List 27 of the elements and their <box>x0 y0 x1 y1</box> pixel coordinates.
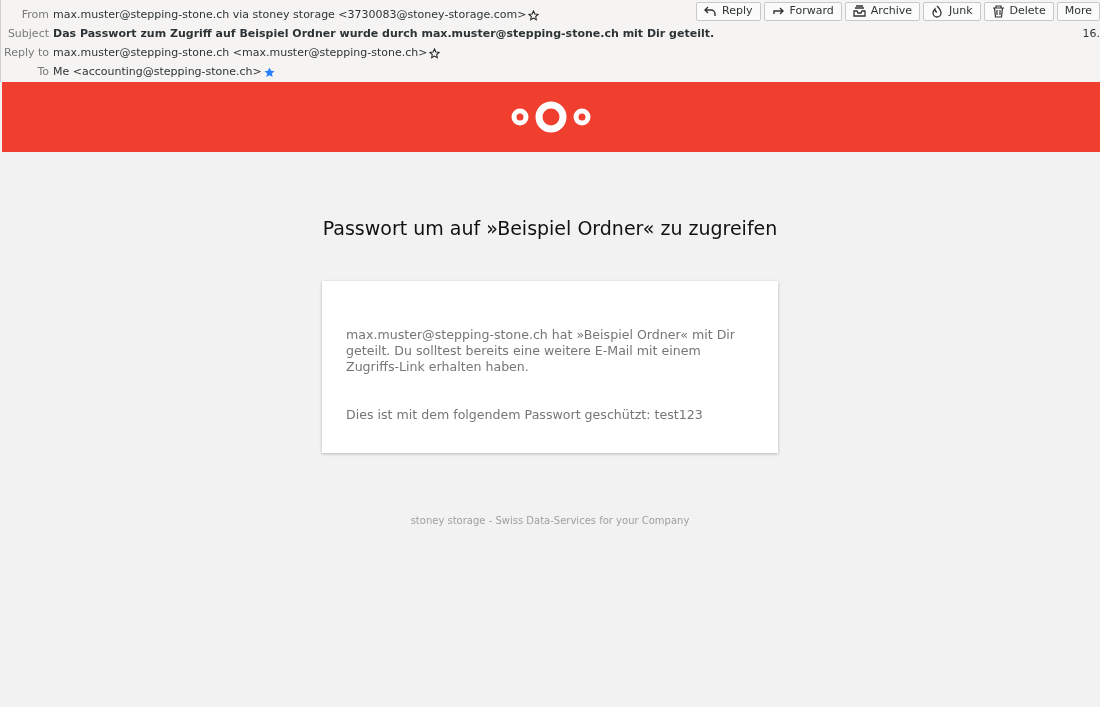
toolbar-button[interactable]: Delete <box>983 2 1054 21</box>
message-paragraph: Dies ist mit dem folgendem Passwort geschützt: test123 <box>346 406 704 423</box>
field-label: From <box>20 7 49 24</box>
star-icon[interactable] <box>429 48 441 59</box>
address-text: max.muster@stepping-stone.ch <max.muster@stepping-stone.ch> <box>53 45 428 62</box>
star-icon[interactable] <box>263 67 275 78</box>
logo-icon <box>509 99 593 135</box>
field-label: Subject <box>6 26 49 43</box>
toolbar-button[interactable]: Reply <box>696 2 761 21</box>
toolbar-button[interactable]: Archive <box>844 2 920 21</box>
trash-icon <box>991 5 1005 18</box>
field-label: Reply to <box>3 45 49 62</box>
star-icon[interactable] <box>528 10 540 21</box>
message-date: 16. <box>1082 26 1100 42</box>
archive-tray-icon <box>852 5 866 18</box>
address-text: max.muster@stepping-stone.ch via stoney storage <3730083@stoney-storage.com> <box>53 7 527 24</box>
field-label: To <box>36 64 49 81</box>
footer-text: stoney storage - Swiss Data-Services for your Company <box>410 513 690 528</box>
toolbar-button[interactable]: Junk <box>923 2 981 21</box>
subject-text: Das Passwort zum Zugriff auf Beispiel Ordner wurde durch max.muster@stepping-stone.ch mit Dir geteilt. <box>53 26 715 43</box>
reply-icon <box>704 5 718 18</box>
toolbar-button[interactable]: More <box>1056 2 1100 21</box>
message-paragraph: max.muster@stepping-stone.ch hat »Beispiel Ordner« mit Dir geteilt. Du solltest bereits eine weitere E-Mail mit einem Zugriffs-Link erhalten haben. <box>346 326 736 375</box>
flame-icon <box>931 5 944 18</box>
toolbar-button[interactable]: Forward <box>763 2 842 21</box>
message-title: Passwort um auf »Beispiel Ordner« zu zugreifen <box>322 216 778 241</box>
address-text: Me <accounting@stepping-stone.ch> <box>53 64 262 81</box>
